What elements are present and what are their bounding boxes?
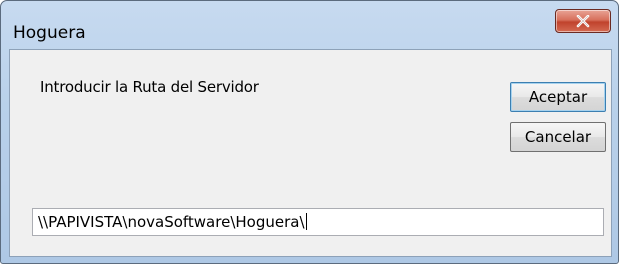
- server-path-value: \\PAPIVISTA\novaSoftware\Hoguera\: [38, 213, 305, 231]
- server-path-input[interactable]: \\PAPIVISTA\novaSoftware\Hoguera\: [32, 208, 604, 236]
- prompt-label: Introducir la Ruta del Servidor: [40, 78, 259, 96]
- close-button[interactable]: [555, 9, 611, 33]
- window-title: Hoguera: [13, 23, 86, 43]
- cancel-button[interactable]: Cancelar: [510, 122, 606, 152]
- accept-button[interactable]: Aceptar: [510, 82, 606, 112]
- text-caret: [305, 213, 307, 230]
- dialog-window: Hoguera Introducir la Ruta del Servidor …: [0, 0, 619, 264]
- title-bar[interactable]: Hoguera: [1, 1, 618, 47]
- close-x-icon: [576, 14, 590, 27]
- dialog-body: Introducir la Ruta del Servidor Aceptar …: [9, 49, 612, 257]
